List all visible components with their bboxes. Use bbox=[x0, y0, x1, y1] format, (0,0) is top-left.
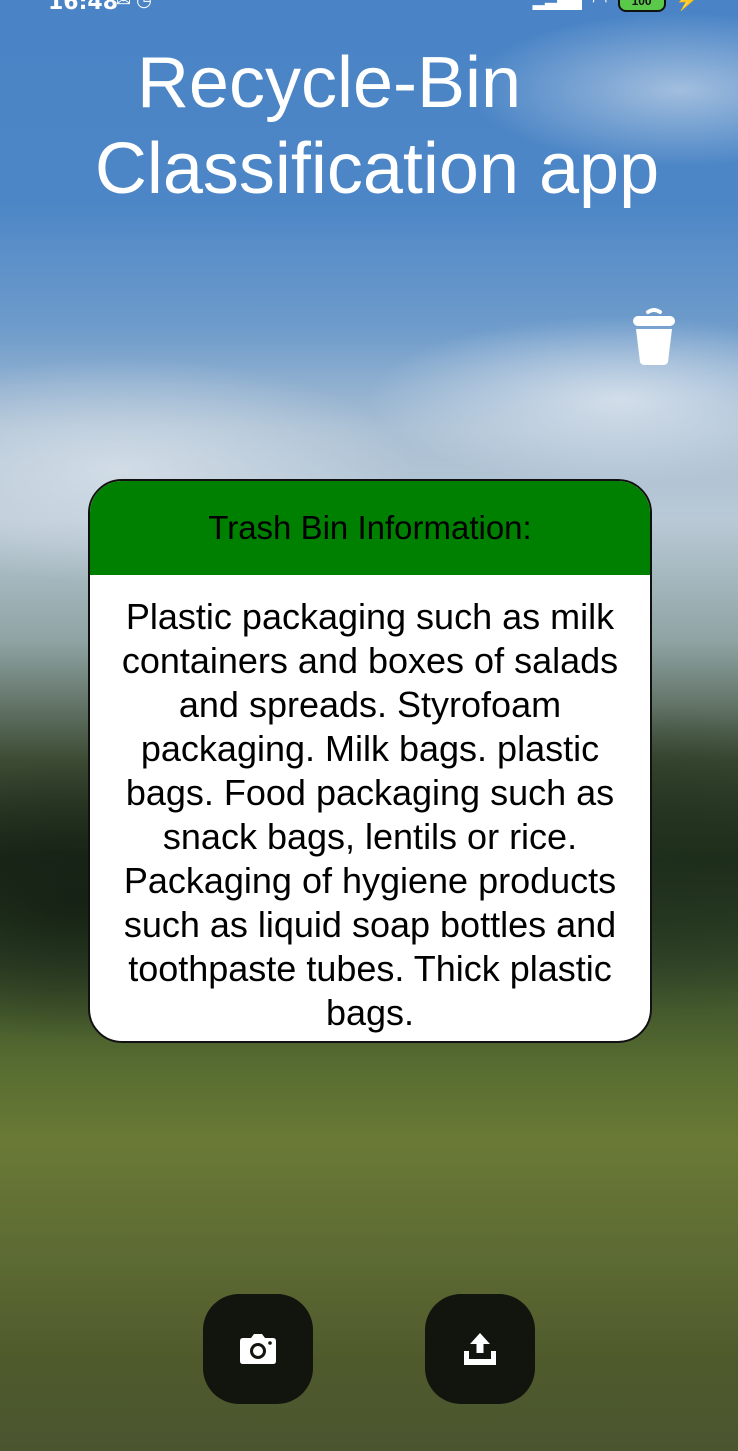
signal-icon: ▂▃▅▇ bbox=[532, 0, 582, 10]
battery-icon: 100 bbox=[617, 0, 666, 12]
camera-icon bbox=[240, 1334, 276, 1364]
status-notification-icons: ✉ ◷ bbox=[116, 0, 152, 10]
trash-bin-info-card: Trash Bin Information: Plastic packaging… bbox=[88, 479, 652, 1043]
upload-icon bbox=[464, 1333, 496, 1365]
charging-icon: ⚡ bbox=[675, 0, 698, 11]
card-body-text: Plastic packaging such as milk container… bbox=[121, 596, 619, 1033]
trash-can-icon bbox=[630, 308, 678, 366]
card-header: Trash Bin Information: bbox=[90, 481, 650, 575]
app-title: Recycle-Bin Classification app bbox=[0, 40, 738, 212]
app-title-line1: Recycle-Bin bbox=[136, 43, 522, 123]
status-bar: 16:48 ✉ ◷ ▂▃▅▇ ◠ 100 ⚡ bbox=[0, 0, 738, 16]
camera-button[interactable] bbox=[203, 1294, 313, 1404]
status-right: ▂▃▅▇ ◠ 100 ⚡ bbox=[533, 0, 698, 12]
upload-button[interactable] bbox=[425, 1294, 535, 1404]
status-time: 16:48 bbox=[48, 0, 119, 15]
app-title-line2: Classification app bbox=[94, 129, 660, 209]
wifi-icon: ◠ bbox=[591, 0, 608, 11]
